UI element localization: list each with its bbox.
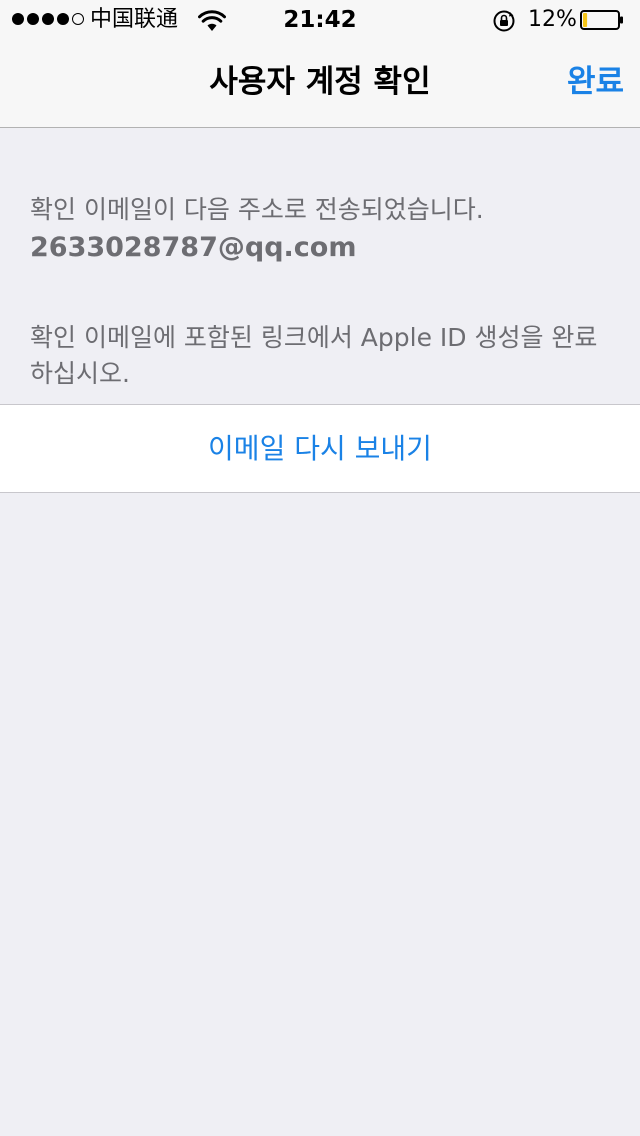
- email-address: 2633028787@qq.com: [30, 232, 357, 263]
- battery-percentage: 12%: [528, 7, 577, 32]
- resend-email-button[interactable]: 이메일 다시 보내기: [0, 404, 640, 493]
- resend-email-label: 이메일 다시 보내기: [208, 431, 432, 465]
- instruction-text: 확인 이메일에 포함된 링크에서 Apple ID 생성을 완료하십시오.: [30, 323, 598, 388]
- battery-icon: [580, 10, 623, 30]
- screen: 中国联通 21:42 12% 사용자 계정 확인 완료 확인 이메일이 다음 주…: [0, 0, 640, 1136]
- battery-level-fill: [583, 13, 588, 27]
- page-title: 사용자 계정 확인: [209, 64, 431, 100]
- navigation-bar: 사용자 계정 확인 완료: [0, 40, 640, 128]
- done-button[interactable]: 완료: [567, 62, 624, 102]
- status-bar: 中国联通 21:42 12%: [0, 0, 640, 40]
- sent-message: 확인 이메일이 다음 주소로 전송되었습니다.: [30, 195, 484, 224]
- rotation-lock-icon: [493, 10, 515, 32]
